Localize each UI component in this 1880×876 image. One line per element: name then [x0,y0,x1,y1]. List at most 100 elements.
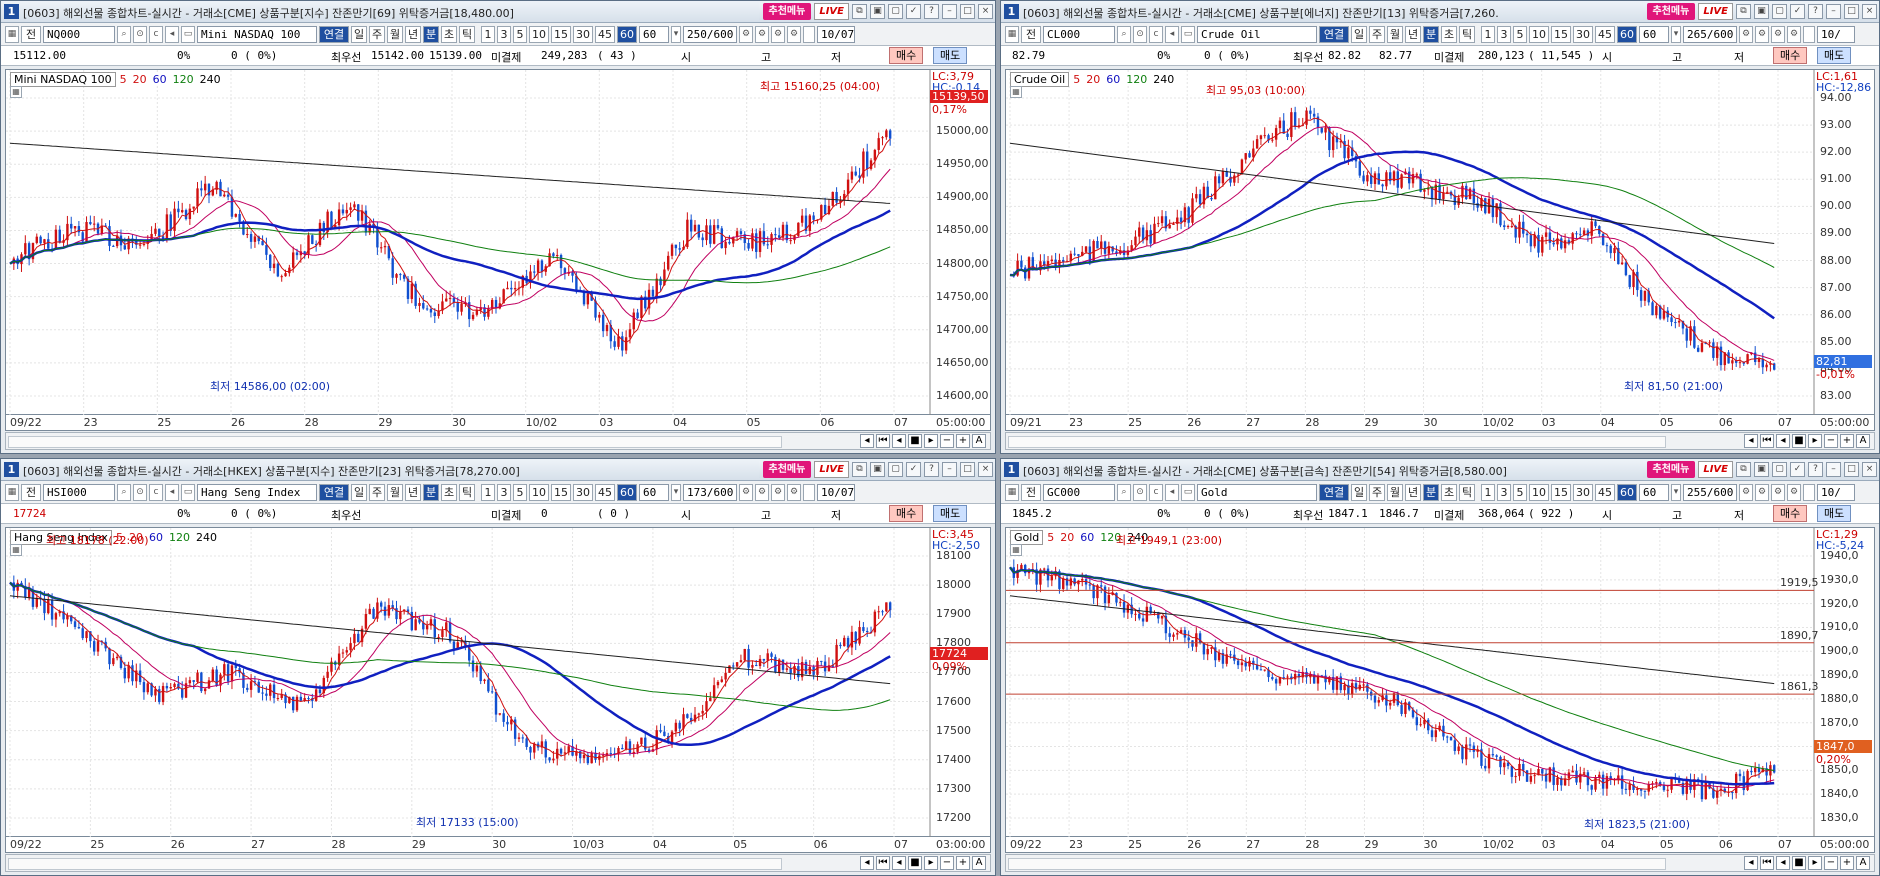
maximize-icon[interactable]: □ [1844,462,1859,477]
text-icon[interactable]: A [972,856,986,870]
stop-icon[interactable]: ■ [908,856,922,870]
price-chart[interactable]: 15050,0015000,0014950,0014900,0014850,00… [5,69,991,416]
close-icon[interactable]: × [978,462,993,477]
checkbox-date[interactable] [803,484,815,501]
code-select[interactable]: NQ000 [43,26,115,43]
grid-icon[interactable]: ▦ [10,86,22,98]
check-icon[interactable]: ✓ [1790,4,1805,19]
prev-icon[interactable]: ⏮ [876,856,890,870]
interval-15[interactable]: 15 [1551,484,1571,501]
recommend-menu-button[interactable]: 추천메뉴 [1646,461,1696,478]
link-icon[interactable]: ⧉ [1736,462,1751,477]
scroll-track[interactable] [1008,858,1666,870]
sound-icon[interactable]: ◂ [165,484,179,501]
interval-3[interactable]: 3 [497,484,511,501]
name-field[interactable]: Gold [1197,484,1317,501]
screen-icon[interactable]: ▢ [1772,462,1787,477]
draw-icon[interactable]: ⚙ [755,26,769,43]
check-icon[interactable]: ✓ [906,462,921,477]
price-chart[interactable]: 18100 18000 17900 17800 17700 17600 17500 17400… [5,527,991,838]
zoom-out-icon[interactable]: − [1824,434,1838,448]
price-chart[interactable]: 94.00 93.00 92.00 91.00 90.00 89.00 88.00 87.00… [1005,69,1875,416]
interval-10[interactable]: 10 [1529,484,1549,501]
name-field[interactable]: Hang Seng Index [197,484,317,501]
scroll-left-icon[interactable]: ◂ [1744,856,1758,870]
period-0[interactable]: 일 [351,26,367,43]
interval-5[interactable]: 5 [1513,26,1527,43]
period-0[interactable]: 일 [1351,26,1367,43]
minimize-icon[interactable]: – [1826,4,1841,19]
checkbox-date[interactable] [1803,484,1815,501]
live-button[interactable]: LIVE [1698,3,1733,20]
interval-select[interactable]: 60 [1639,26,1669,43]
interval-10[interactable]: 10 [529,26,549,43]
period-5[interactable]: 초 [441,26,457,43]
scroll-left-icon[interactable]: ◂ [1744,434,1758,448]
pin-icon[interactable]: ⊙ [133,484,147,501]
link-icon[interactable]: ⧉ [852,4,867,19]
date-field[interactable]: 10/07 [817,26,855,43]
minimize-icon[interactable]: – [942,4,957,19]
save-icon[interactable]: ⚙ [1771,484,1785,501]
interval-5[interactable]: 5 [513,484,527,501]
live-button[interactable]: LIVE [1698,461,1733,478]
code-select[interactable]: HSI000 [43,484,115,501]
minimize-icon[interactable]: – [942,462,957,477]
text-icon[interactable]: A [1856,856,1870,870]
sell-button[interactable]: 매도 [933,505,968,522]
count-field[interactable]: 265/600 [1683,26,1737,43]
search-icon[interactable]: ⌕ [1117,484,1131,501]
settings-icon[interactable]: ⚙ [739,484,753,501]
search-icon[interactable]: ⌕ [117,26,131,43]
screen-icon[interactable]: ▢ [1772,4,1787,19]
jeon-button[interactable]: 전 [1021,26,1041,43]
period-1[interactable]: 주 [369,26,385,43]
sell-button[interactable]: 매도 [1817,505,1852,522]
period-0[interactable]: 일 [351,484,367,501]
play-icon[interactable]: ▸ [924,434,938,448]
play-icon[interactable]: ▸ [924,856,938,870]
count-field[interactable]: 255/600 [1683,484,1737,501]
lock-icon[interactable]: ▭ [181,26,195,43]
link-icon[interactable]: ⧉ [852,462,867,477]
gear-icon[interactable]: ⚙ [787,26,801,43]
spin-icon[interactable]: ▾ [671,484,681,501]
period-5[interactable]: 초 [441,484,457,501]
layout-icon[interactable]: ▦ [1005,484,1019,501]
text-icon[interactable]: A [1856,434,1870,448]
interval-3[interactable]: 3 [1497,26,1511,43]
lock-icon[interactable]: ▭ [1181,484,1195,501]
period-6[interactable]: 틱 [459,484,475,501]
interval-15[interactable]: 15 [1551,26,1571,43]
zoom-out-icon[interactable]: − [1824,856,1838,870]
period-3[interactable]: 년 [1405,484,1421,501]
interval-5[interactable]: 5 [513,26,527,43]
period-2[interactable]: 월 [387,26,403,43]
sell-button[interactable]: 매도 [933,47,968,64]
interval-60[interactable]: 60 [617,26,637,43]
period-2[interactable]: 월 [1387,484,1403,501]
screen-icon[interactable]: ▢ [888,4,903,19]
period-2[interactable]: 월 [387,484,403,501]
interval-1[interactable]: 1 [1481,26,1495,43]
play-icon[interactable]: ▸ [1808,434,1822,448]
grid-icon[interactable]: ▦ [1010,86,1022,98]
zoom-out-icon[interactable]: − [940,856,954,870]
interval-select[interactable]: 60 [639,26,669,43]
cc-icon[interactable]: c [1149,26,1163,43]
layout-icon[interactable]: ▦ [1005,26,1019,43]
live-button[interactable]: LIVE [814,461,849,478]
interval-5[interactable]: 5 [1513,484,1527,501]
gear-icon[interactable]: ⚙ [787,484,801,501]
code-select[interactable]: GC000 [1043,484,1115,501]
link-icon[interactable]: ⧉ [1736,4,1751,19]
save-icon[interactable]: ⚙ [1771,26,1785,43]
interval-45[interactable]: 45 [1595,26,1615,43]
buy-button[interactable]: 매수 [1773,505,1808,522]
chart-navigator[interactable]: ◂ ⏮ ◂ ■ ▸ − + A [5,854,991,872]
check-icon[interactable]: ✓ [1790,462,1805,477]
spin-icon[interactable]: ▾ [1671,26,1681,43]
zoom-out-icon[interactable]: − [940,434,954,448]
gear-icon[interactable]: ⚙ [1787,484,1801,501]
recommend-menu-button[interactable]: 추천메뉴 [762,461,812,478]
